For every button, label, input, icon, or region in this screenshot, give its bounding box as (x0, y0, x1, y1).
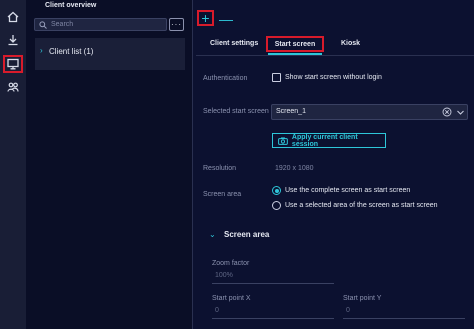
radio-selected-area[interactable] (272, 201, 281, 210)
collapse-icon[interactable]: ⌄ (209, 230, 216, 239)
tab-client-settings[interactable]: Client settings (210, 40, 258, 47)
client-list-item[interactable]: › Client list (1) (35, 38, 185, 70)
show-start-screen-label: Show start screen without login (285, 74, 382, 81)
apply-client-session-button[interactable]: Apply current client session (272, 133, 386, 148)
chevron-down-icon[interactable] (456, 108, 465, 117)
users-button[interactable] (3, 78, 23, 96)
start-point-x-underline (212, 318, 334, 319)
home-icon (7, 11, 19, 23)
panel-title: Client overview (45, 2, 97, 9)
tab-start-screen[interactable]: Start screen (266, 36, 324, 52)
clients-button[interactable] (3, 55, 23, 73)
tabs-divider (196, 55, 474, 56)
client-list-label: Client list (1) (49, 47, 94, 56)
screen-area-label: Screen area (203, 191, 242, 198)
radio-complete-screen-label: Use the complete screen as start screen (285, 187, 411, 194)
screen-area-section-title: Screen area (224, 230, 270, 239)
show-start-screen-checkbox[interactable] (272, 73, 281, 82)
nav-rail (0, 0, 26, 329)
search-input[interactable]: Search (34, 18, 167, 31)
download-button[interactable] (3, 31, 23, 49)
start-screen-select[interactable]: Screen_1 (271, 104, 468, 120)
zoom-factor-underline (212, 283, 334, 284)
selected-start-screen-label: Selected start screen (203, 108, 269, 115)
users-icon (7, 82, 19, 92)
apply-button-label: Apply current client session (291, 133, 358, 148)
clear-icon[interactable] (442, 107, 452, 117)
zoom-factor-label: Zoom factor (212, 260, 250, 267)
radio-complete-screen[interactable] (272, 186, 281, 195)
home-button[interactable] (3, 8, 23, 26)
zoom-factor-field[interactable]: 100% (215, 272, 233, 279)
start-point-x-field[interactable]: 0 (215, 307, 219, 314)
download-icon (8, 35, 18, 46)
authentication-label: Authentication (203, 75, 248, 82)
start-point-x-label: Start point X (212, 295, 251, 302)
chevron-right-icon: › (40, 46, 43, 55)
camera-icon (278, 136, 288, 145)
start-point-y-label: Start point Y (343, 295, 382, 302)
resolution-label: Resolution (203, 165, 237, 172)
start-point-y-field[interactable]: 0 (346, 307, 350, 314)
start-point-y-underline (343, 318, 465, 319)
radio-selected-area-label: Use a selected area of the screen as sta… (285, 202, 438, 209)
panel-divider (192, 0, 193, 329)
more-options-button[interactable]: ··· (169, 18, 184, 31)
add-button[interactable]: + (197, 10, 214, 26)
tab-kiosk[interactable]: Kiosk (341, 40, 360, 47)
monitor-icon (7, 58, 19, 70)
search-icon (39, 21, 47, 29)
resolution-value: 1920 x 1080 (275, 165, 314, 172)
start-screen-value: Screen_1 (276, 108, 306, 115)
remove-button[interactable]: — (219, 12, 233, 26)
search-placeholder: Search (51, 21, 74, 28)
